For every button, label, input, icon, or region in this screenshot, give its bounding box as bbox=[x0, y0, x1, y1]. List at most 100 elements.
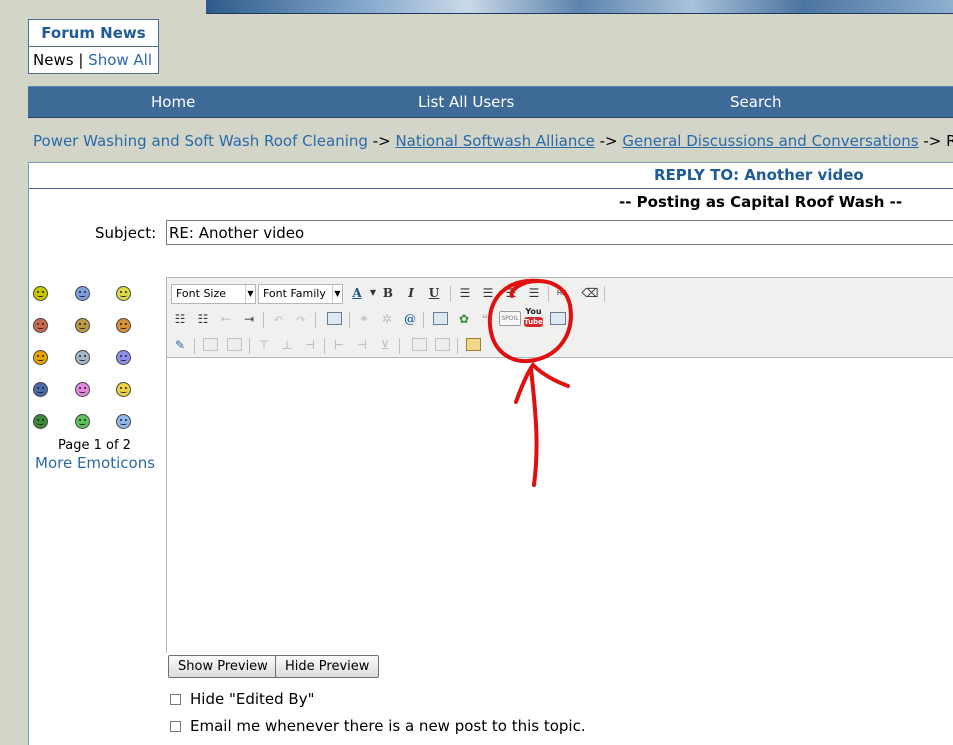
nav-home[interactable]: Home bbox=[151, 87, 195, 118]
forum-news-links: News | Show All bbox=[29, 47, 158, 74]
breadcrumb-arrow: -> bbox=[923, 132, 942, 150]
toolbar-separator bbox=[263, 312, 264, 328]
youtube-icon[interactable]: You Tube bbox=[524, 308, 543, 328]
youtube-tube-text: Tube bbox=[524, 317, 543, 327]
breadcrumb-arrow: -> bbox=[372, 132, 391, 150]
breadcrumb-root[interactable]: Power Washing and Soft Wash Roof Cleanin… bbox=[33, 132, 368, 150]
toolbar-separator bbox=[324, 338, 325, 354]
toolbar-separator bbox=[450, 286, 451, 302]
forum-news-title: Forum News bbox=[29, 20, 158, 47]
emoticon-angry-icon[interactable] bbox=[33, 318, 48, 333]
toolbar-separator bbox=[249, 338, 250, 354]
anchor-icon[interactable]: @ bbox=[401, 310, 419, 328]
horizontal-rule-button[interactable]: HR bbox=[553, 284, 571, 302]
emoticon-page-indicator: Page 1 of 2 bbox=[58, 438, 131, 453]
nav-search[interactable]: Search bbox=[730, 87, 782, 118]
hide-preview-button[interactable]: Hide Preview bbox=[275, 655, 380, 678]
row-before-icon[interactable]: ⊤ bbox=[255, 336, 273, 354]
rich-text-editor: Font Size ▼ Font Family ▼ A ▼ B I U ☰ ☰ ☰ … bbox=[166, 277, 953, 653]
paste-icon[interactable] bbox=[327, 312, 342, 325]
col-before-icon[interactable]: ⊢ bbox=[330, 336, 348, 354]
align-center-icon[interactable]: ☰ bbox=[479, 284, 497, 302]
message-body-input[interactable] bbox=[167, 359, 953, 653]
breadcrumb: Power Washing and Soft Wash Roof Cleanin… bbox=[33, 132, 953, 150]
emoticon-nerd-icon[interactable] bbox=[75, 318, 90, 333]
table-row-icon[interactable] bbox=[203, 338, 218, 351]
spoiler-button[interactable]: SPOIL bbox=[499, 311, 521, 326]
image-icon[interactable] bbox=[433, 312, 448, 325]
bold-button[interactable]: B bbox=[379, 284, 397, 302]
breadcrumb-forum[interactable]: National Softwash Alliance bbox=[395, 132, 594, 150]
breadcrumb-arrow: -> bbox=[599, 132, 618, 150]
resize-icon[interactable] bbox=[550, 312, 566, 325]
indent-icon[interactable]: ⇥ bbox=[240, 310, 258, 328]
emoticon-panel bbox=[29, 283, 165, 483]
hide-edited-checkbox[interactable] bbox=[170, 694, 181, 705]
row-after-icon[interactable]: ⊥ bbox=[278, 336, 296, 354]
align-left-icon[interactable]: ☰ bbox=[456, 284, 474, 302]
font-family-label: Font Family bbox=[263, 287, 326, 300]
undo-icon[interactable]: ↶ bbox=[269, 310, 287, 328]
emoticon-grin-icon[interactable] bbox=[116, 286, 131, 301]
delete-row-icon[interactable]: ⊣ bbox=[301, 336, 319, 354]
show-preview-button[interactable]: Show Preview bbox=[168, 655, 278, 678]
emoticon-blush-icon[interactable] bbox=[75, 382, 90, 397]
toolbar-separator bbox=[349, 312, 350, 328]
font-family-select[interactable]: Font Family ▼ bbox=[258, 284, 343, 304]
underline-button[interactable]: U bbox=[425, 284, 443, 302]
paste-word-icon[interactable] bbox=[466, 338, 481, 351]
toolbar-separator bbox=[315, 312, 316, 328]
emoticon-laugh-icon[interactable] bbox=[116, 382, 131, 397]
bullet-list-icon[interactable]: ☷ bbox=[171, 310, 189, 328]
emoticon-cool-icon[interactable] bbox=[75, 350, 90, 365]
redo-icon[interactable]: ↷ bbox=[292, 310, 310, 328]
chevron-down-icon: ▼ bbox=[332, 285, 342, 303]
media-icon[interactable]: ✿ bbox=[455, 310, 473, 328]
eraser-icon[interactable]: ⌫ bbox=[581, 284, 599, 302]
emoticon-sleepy-icon[interactable] bbox=[75, 414, 90, 429]
emoticon-wink-icon[interactable] bbox=[116, 350, 131, 365]
col-after-icon[interactable]: ⊣ bbox=[353, 336, 371, 354]
emoticon-blue-icon[interactable] bbox=[75, 286, 90, 301]
emoticon-cry-icon[interactable] bbox=[116, 414, 131, 429]
news-text: News bbox=[33, 51, 74, 69]
align-justify-icon[interactable]: ☰ bbox=[525, 284, 543, 302]
show-all-link[interactable]: Show All bbox=[88, 51, 152, 69]
reply-header: REPLY TO: Another video bbox=[29, 163, 953, 189]
email-notify-checkbox[interactable] bbox=[170, 721, 181, 732]
split-cells-icon[interactable] bbox=[412, 338, 427, 351]
outdent-icon[interactable]: ⇤ bbox=[217, 310, 235, 328]
hide-edited-label: Hide "Edited By" bbox=[190, 690, 315, 708]
font-size-select[interactable]: Font Size ▼ bbox=[171, 284, 256, 304]
toolbar-separator bbox=[604, 286, 605, 302]
emoticon-shocked-icon[interactable] bbox=[33, 382, 48, 397]
hide-edited-option: Hide "Edited By" bbox=[170, 690, 315, 708]
editor-toolbar: Font Size ▼ Font Family ▼ A ▼ B I U ☰ ☰ ☰ … bbox=[167, 278, 953, 358]
italic-button[interactable]: I bbox=[402, 284, 420, 302]
align-right-icon[interactable]: ☰ bbox=[502, 284, 520, 302]
edit-html-icon[interactable]: ✎ bbox=[171, 336, 189, 354]
toolbar-separator bbox=[548, 286, 549, 302]
emoticon-smile-icon[interactable] bbox=[33, 286, 48, 301]
toolbar-separator bbox=[399, 338, 400, 354]
merge-cells-icon[interactable] bbox=[435, 338, 450, 351]
email-notify-label: Email me whenever there is a new post to… bbox=[190, 717, 586, 735]
emoticon-tongue-icon[interactable] bbox=[116, 318, 131, 333]
toolbar-separator bbox=[423, 312, 424, 328]
table-cell-icon[interactable] bbox=[227, 338, 242, 351]
delete-col-icon[interactable]: ⊻ bbox=[376, 336, 394, 354]
unlink-icon[interactable]: ✲ bbox=[378, 310, 396, 328]
breadcrumb-section[interactable]: General Discussions and Conversations bbox=[622, 132, 918, 150]
font-size-label: Font Size bbox=[176, 287, 227, 300]
link-icon[interactable]: ⚭ bbox=[355, 310, 373, 328]
emoticon-sad-icon[interactable] bbox=[33, 350, 48, 365]
reply-title: REPLY TO: Another video bbox=[654, 166, 864, 184]
toolbar-separator bbox=[194, 338, 195, 354]
nav-list-users[interactable]: List All Users bbox=[418, 87, 514, 118]
subject-input[interactable] bbox=[166, 220, 953, 245]
more-emoticons-link[interactable]: More Emoticons bbox=[35, 454, 155, 472]
emoticon-sick-icon[interactable] bbox=[33, 414, 48, 429]
numbered-list-icon[interactable]: ☷ bbox=[194, 310, 212, 328]
quote-icon[interactable]: ❝ bbox=[476, 310, 494, 328]
subject-label: Subject: bbox=[95, 224, 157, 242]
